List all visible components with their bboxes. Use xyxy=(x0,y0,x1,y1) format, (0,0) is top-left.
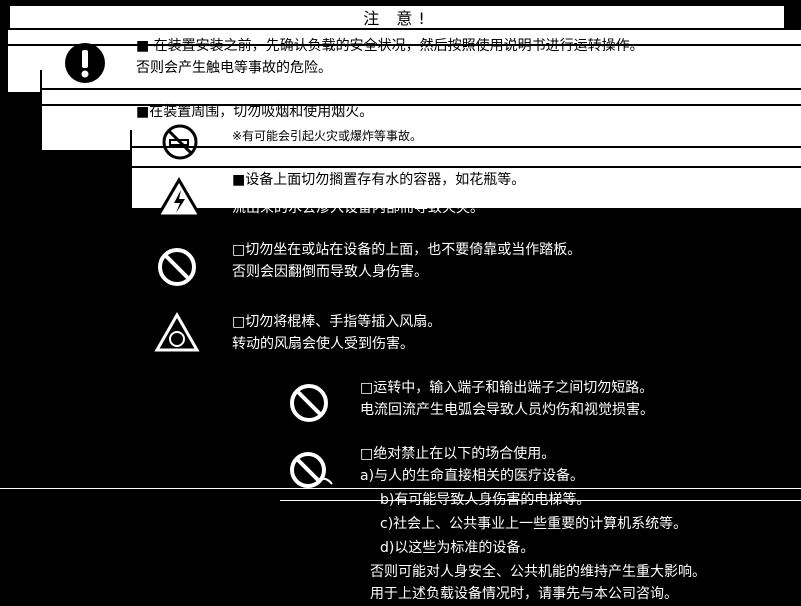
no-use-icon xyxy=(288,450,334,490)
prohibition-icon xyxy=(156,246,198,288)
notice-text: 否则会产生触电等事故的危险。 xyxy=(136,60,332,76)
notice-text: 否则会因翻倒而导致人身伤害。 xyxy=(232,264,428,280)
notice-text: □切勿坐在或站在设备的上面，也不要倚靠或当作踏板。 xyxy=(232,242,582,258)
notice-text: ■设备上面切勿搁置存有水的容器，如花瓶等。 xyxy=(232,172,526,188)
electric-shock-warning-icon xyxy=(154,176,204,220)
notice-text: □绝对禁止在以下的场合使用。 xyxy=(360,446,556,462)
prohibition-icon xyxy=(288,382,330,424)
notice-text: 流出来的水会渗入设备内部而导致火灾。 xyxy=(232,200,484,216)
divider xyxy=(40,70,42,150)
notice-text: b)有可能导致人身伤害的电梯等。 xyxy=(380,492,591,508)
divider xyxy=(130,166,801,168)
notice-text: □切勿将棍棒、手指等插入风扇。 xyxy=(232,314,442,330)
divider xyxy=(130,130,132,208)
notice-text: ※有可能会引起火灾或爆炸等事故。 xyxy=(232,129,423,143)
divider xyxy=(40,88,801,90)
notice-text: c)社会上、公共事业上一些重要的计算机系统等。 xyxy=(380,516,688,532)
notice-text: a)与人的生命直接相关的医疗设备。 xyxy=(360,468,585,484)
notice-text: d)以这些为标准的设备。 xyxy=(380,540,535,556)
notice-text: ■在装置周围，切勿吸烟和使用烟火。 xyxy=(136,104,374,120)
notice-text: ■ 在装置安装之前，先确认负载的安全状况，然后按照使用说明书进行运转操作。 xyxy=(136,38,644,54)
notice-text: 电流回流产生电弧会导致人员灼伤和视觉损害。 xyxy=(360,402,654,418)
exclamation-icon xyxy=(64,42,106,84)
no-smoking-icon xyxy=(158,122,202,162)
notice-title: 注 意! xyxy=(8,4,786,30)
notice-text: □运转中，输入端子和输出端子之间切勿短路。 xyxy=(360,380,654,396)
divider xyxy=(0,488,801,489)
notice-text: 转动的风扇会使人受到伤害。 xyxy=(232,336,414,352)
notice-text: 否则可能对人身安全、公共机能的维持产生重大影响。 xyxy=(370,564,706,580)
divider xyxy=(130,146,801,148)
fan-warning-icon xyxy=(154,312,200,354)
notice-text: 用于上述负载设备情况时，请事先与本公司咨询。 xyxy=(370,586,678,602)
